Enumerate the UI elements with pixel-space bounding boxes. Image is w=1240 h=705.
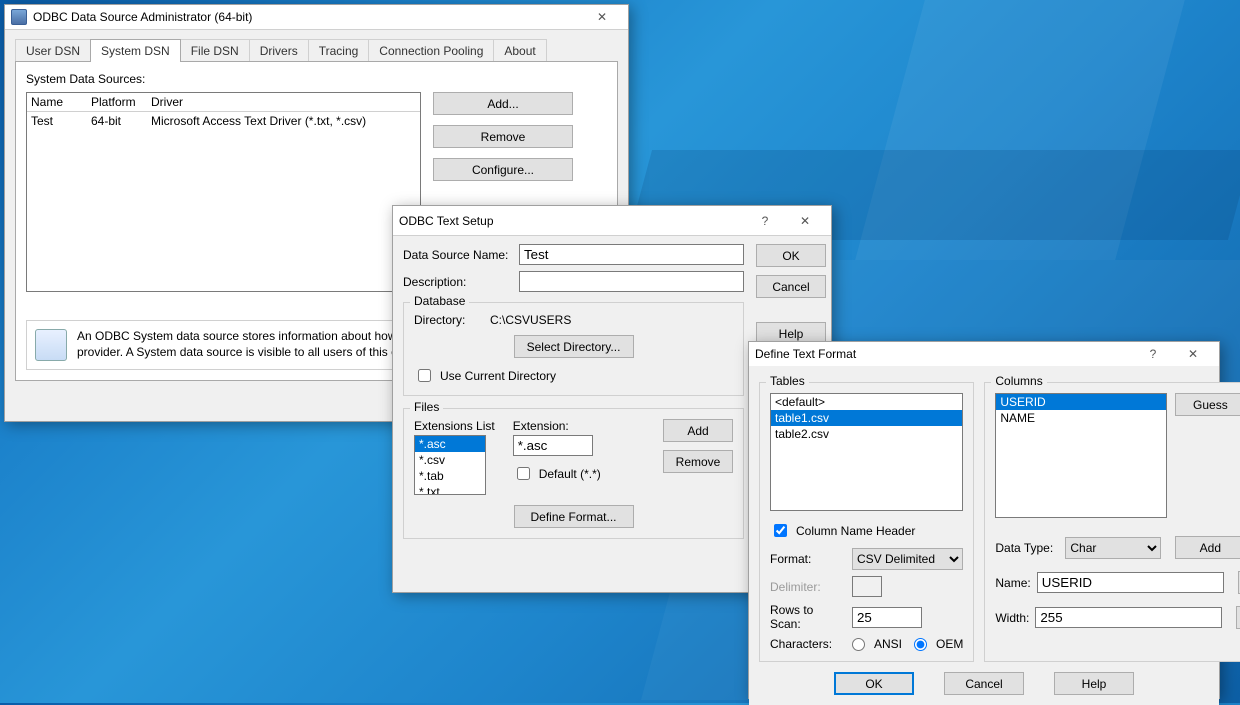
help-icon[interactable]: ? — [1133, 342, 1173, 366]
remove-button[interactable]: Remove — [433, 125, 573, 148]
width-label: Width: — [995, 611, 1029, 625]
column-name-header-checkbox[interactable] — [774, 524, 787, 537]
table-row[interactable]: Test 64-bit Microsoft Access Text Driver… — [27, 112, 420, 130]
list-item[interactable]: USERID — [996, 394, 1166, 410]
info-icon — [35, 329, 67, 361]
tables-list[interactable]: <default> table1.csv table2.csv — [770, 393, 963, 511]
close-icon[interactable]: ✕ — [1173, 342, 1213, 366]
characters-label: Characters: — [770, 637, 846, 651]
extension-input[interactable] — [513, 435, 593, 456]
list-item[interactable]: *.tab — [415, 468, 485, 484]
define-format-title: Define Text Format — [755, 347, 1133, 361]
datatype-select[interactable]: Char — [1065, 537, 1161, 559]
extensions-list[interactable]: *.asc *.csv *.tab *.txt — [414, 435, 486, 495]
close-icon[interactable]: ✕ — [582, 5, 622, 29]
tab-file-dsn[interactable]: File DSN — [180, 39, 250, 62]
add-ext-button[interactable]: Add — [663, 419, 733, 442]
odbc-admin-title: ODBC Data Source Administrator (64-bit) — [33, 10, 582, 24]
desc-input[interactable] — [519, 271, 744, 292]
width-input[interactable] — [1035, 607, 1222, 628]
dsn-label: Data Source Name: — [403, 248, 513, 262]
list-item[interactable]: *.txt — [415, 484, 485, 495]
oem-radio[interactable]: OEM — [914, 637, 963, 651]
list-item[interactable]: table1.csv — [771, 410, 962, 426]
delimiter-label: Delimiter: — [770, 580, 846, 594]
list-item[interactable]: *.asc — [415, 436, 485, 452]
system-data-sources-label: System Data Sources: — [26, 72, 607, 86]
rows-to-scan-input[interactable] — [852, 607, 922, 628]
tables-group: Tables — [766, 374, 809, 388]
cancel-button[interactable]: Cancel — [756, 275, 826, 298]
help-button[interactable]: Help — [1054, 672, 1134, 695]
define-format-button[interactable]: Define Format... — [514, 505, 634, 528]
default-ext-checkbox[interactable] — [517, 467, 530, 480]
configure-button[interactable]: Configure... — [433, 158, 573, 181]
add-button[interactable]: Add... — [433, 92, 573, 115]
list-item[interactable]: <default> — [771, 394, 962, 410]
format-label: Format: — [770, 552, 846, 566]
col-platform[interactable]: Platform — [91, 95, 151, 109]
help-icon[interactable]: ? — [745, 209, 785, 233]
tab-tracing[interactable]: Tracing — [308, 39, 370, 62]
tab-about[interactable]: About — [493, 39, 546, 62]
remove-ext-button[interactable]: Remove — [663, 450, 733, 473]
extension-field-label: Extension: — [513, 419, 601, 433]
database-group: Database — [410, 294, 469, 308]
directory-label: Directory: — [414, 313, 484, 327]
ok-button[interactable]: OK — [756, 244, 826, 267]
dsn-input[interactable] — [519, 244, 744, 265]
define-format-titlebar: Define Text Format ? ✕ — [749, 342, 1219, 366]
format-select[interactable]: CSV Delimited — [852, 548, 963, 570]
odbc-icon — [11, 9, 27, 25]
text-setup-title: ODBC Text Setup — [399, 214, 745, 228]
list-item[interactable]: *.csv — [415, 452, 485, 468]
desc-label: Description: — [403, 275, 513, 289]
ansi-radio[interactable]: ANSI — [852, 637, 902, 651]
define-format-window: Define Text Format ? ✕ Tables <default> … — [748, 341, 1220, 699]
col-driver[interactable]: Driver — [151, 95, 416, 109]
list-item[interactable]: NAME — [996, 410, 1166, 426]
tab-connection-pooling[interactable]: Connection Pooling — [368, 39, 494, 62]
delimiter-input — [852, 576, 882, 597]
column-name-header-label: Column Name Header — [796, 524, 915, 538]
col-name[interactable]: Name — [31, 95, 91, 109]
datatype-label: Data Type: — [995, 541, 1059, 555]
select-directory-button[interactable]: Select Directory... — [514, 335, 634, 358]
colname-label: Name: — [995, 576, 1030, 590]
close-icon[interactable]: ✕ — [785, 209, 825, 233]
col-add-button[interactable]: Add — [1175, 536, 1240, 559]
tab-drivers[interactable]: Drivers — [249, 39, 309, 62]
files-group: Files — [410, 400, 443, 414]
text-setup-titlebar: ODBC Text Setup ? ✕ — [393, 206, 831, 236]
odbc-admin-titlebar: ODBC Data Source Administrator (64-bit) … — [5, 5, 628, 30]
use-current-directory-checkbox[interactable] — [418, 369, 431, 382]
ok-button[interactable]: OK — [834, 672, 914, 695]
cancel-button[interactable]: Cancel — [944, 672, 1024, 695]
guess-button[interactable]: Guess — [1175, 393, 1240, 416]
tab-system-dsn[interactable]: System DSN — [90, 39, 181, 62]
tab-user-dsn[interactable]: User DSN — [15, 39, 91, 62]
odbc-tabs: User DSN System DSN File DSN Drivers Tra… — [15, 38, 618, 61]
colname-input[interactable] — [1037, 572, 1224, 593]
rows-to-scan-label: Rows to Scan: — [770, 603, 846, 631]
data-sources-list[interactable]: Name Platform Driver Test 64-bit Microso… — [26, 92, 421, 292]
use-current-directory-label: Use Current Directory — [440, 369, 556, 383]
columns-list[interactable]: USERID NAME — [995, 393, 1167, 518]
col-remove-button[interactable]: Remove — [1236, 606, 1240, 629]
extensions-list-label: Extensions List — [414, 419, 495, 433]
directory-value: C:\CSVUSERS — [490, 313, 571, 327]
columns-group: Columns — [991, 374, 1046, 388]
default-ext-label: Default (*.*) — [539, 467, 601, 481]
list-item[interactable]: table2.csv — [771, 426, 962, 442]
